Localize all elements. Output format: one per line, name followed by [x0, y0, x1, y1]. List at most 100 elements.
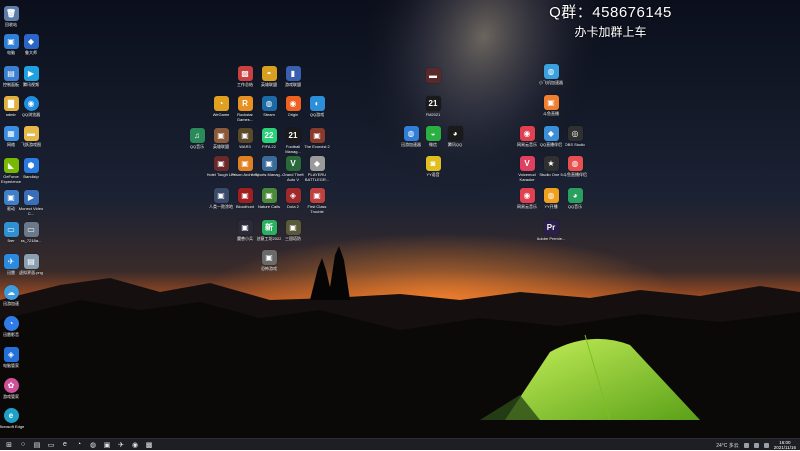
desktop-icon-app-r8[interactable]: ◕ QQ音乐 — [560, 188, 590, 209]
app-flag-icon: ▣ — [237, 220, 253, 235]
desktop-icon-app-blue[interactable]: ◆ 鲁大师 — [16, 34, 46, 55]
desktop-icon-exorcist[interactable]: ▣ The Exorcist 2 — [302, 128, 332, 149]
app-taskbar-6[interactable]: ▩ — [144, 440, 154, 450]
steam-icon: ◍ — [261, 96, 277, 111]
studio-one-icon: ★ — [543, 156, 559, 171]
desktop-icon-file-1[interactable]: ▭ ss_7218a... — [16, 222, 46, 243]
search-icon[interactable]: ○ — [18, 440, 28, 450]
desktop-icon-app-cabin[interactable]: ▣ 恐怖游戏 — [254, 250, 284, 271]
app-cabin-icon: ▣ — [261, 250, 277, 265]
desktop-icon-app-m2[interactable]: 21 FM2021 — [418, 96, 448, 117]
desktop-icon-label: QQ直播伴侣 — [539, 142, 563, 147]
app-r7-icon: ◍ — [543, 188, 559, 203]
bandizip-icon: ⬢ — [23, 158, 39, 173]
watermark-overlay: Q群：458676145 办卡加群上车 — [548, 1, 673, 40]
app-taskbar-4[interactable]: ✈ — [116, 440, 126, 450]
desktop-icon-qq[interactable]: ◕ 腾讯QQ — [440, 126, 470, 147]
desktop-icon-label: 游戏联盟 — [285, 82, 301, 87]
desktop-icon-label: Bandizip — [23, 174, 39, 179]
file-explorer-icon[interactable]: ▭ — [46, 440, 56, 450]
desktop-icon-label: QQ游戏 — [309, 112, 325, 117]
war3-icon: ▣ — [237, 128, 253, 143]
desktop-icon-label: Nature Calls — [257, 204, 280, 209]
desktop-icon-label: Microsoft Edge — [0, 424, 25, 429]
desktop-icon-edge[interactable]: e Microsoft Edge — [0, 408, 26, 429]
desktop-icon-app-img[interactable]: ▤ 虚拟界面.png — [16, 254, 46, 275]
app-img-icon: ▤ — [23, 254, 39, 269]
desktop-icon-app-shield[interactable]: ◈ 电脑管家 — [0, 347, 26, 368]
app-taskbar-1[interactable]: ◔ — [74, 440, 84, 450]
desktop-icon-app-r2[interactable]: ▣ 斗鱼直播 — [536, 95, 566, 116]
desktop-icon-app-c3[interactable]: ▮ 游戏联盟 — [278, 66, 308, 87]
network-icon[interactable] — [743, 442, 749, 448]
taskbar: ⊞ ○ ▤ ▭ e ◔ ◍ ▣ ✈ ◉ ▩ 24°C 多云 16:00 2021/11/16 — [0, 438, 800, 450]
desktop-icon-label: 斗鱼直播 — [543, 111, 559, 116]
obs-icon: ◎ — [567, 126, 583, 141]
app-m1-icon: ▬ — [425, 68, 441, 83]
fifa-icon: 22 — [261, 128, 277, 143]
app-taskbar-3[interactable]: ▣ — [102, 440, 112, 450]
desktop-icon-label: 英雄联盟 — [261, 82, 277, 87]
task-view-icon[interactable]: ▤ — [32, 440, 42, 450]
desktop-icon-label: 回收站 — [5, 22, 17, 27]
app-new-icon: 新 — [261, 220, 277, 235]
weather-text[interactable]: 24°C 多云 — [716, 442, 739, 449]
clock-date: 2021/11/16 — [773, 445, 796, 450]
desktop-icon-app-m4[interactable]: ◙ YY语音 — [418, 156, 448, 177]
nature-icon: ▣ — [261, 188, 277, 203]
system-tray: 24°C 多云 16:00 2021/11/16 — [716, 439, 796, 451]
app-m3-icon: ◍ — [403, 126, 419, 141]
desktop-icon-label: admin — [5, 112, 17, 117]
desktop-icon-app-m1[interactable]: ▬ — [418, 68, 448, 84]
start-icon[interactable]: ⊞ — [4, 440, 14, 450]
desktop-icon-label: Adobe Premie... — [536, 236, 566, 241]
desktop-icon-app-r5[interactable]: ◍ 斗鱼直播伴侣 — [560, 156, 590, 177]
app-shield-icon: ◈ — [3, 347, 19, 362]
app-r5-icon: ◍ — [567, 156, 583, 171]
football-icon: 21 — [285, 128, 301, 143]
edge-icon[interactable]: e — [60, 440, 70, 450]
desktop-icon-obs[interactable]: ◎ OBS Studio — [560, 126, 590, 147]
desktop-icon-first-class[interactable]: ▣ First Class Trouble — [302, 188, 332, 214]
desktop-icon-qq-game[interactable]: ◐ QQ游戏 — [302, 96, 332, 117]
clock[interactable]: 16:00 2021/11/16 — [774, 440, 796, 450]
desktop-icon-qq-browser[interactable]: ◉ QQ浏览器 — [16, 96, 46, 117]
desktop-icon-pubg[interactable]: ◆ PLAYERU BATTLEGR... — [302, 156, 332, 182]
desktop-icon-label: Dota 2 — [287, 204, 299, 209]
music-icon: ♫ — [189, 128, 205, 143]
volume-icon[interactable] — [753, 442, 759, 448]
desktop-icon-premiere[interactable]: Pr Adobe Premie... — [536, 220, 566, 241]
desktop-icon-bandizip[interactable]: ⬢ Bandizip — [16, 158, 46, 179]
desktop-icon-label: PLAYERU BATTLEGR... — [304, 172, 330, 182]
app-r1-icon: ◍ — [543, 64, 559, 79]
app-taskbar-5[interactable]: ◉ — [130, 440, 140, 450]
desktop-icon-folder[interactable]: ▬ 飞跃游戏图 — [16, 126, 46, 147]
wechat-icon: ◒ — [425, 126, 441, 141]
desktop-icon-label: QQ音乐 — [189, 144, 205, 149]
app-r3-icon: ◉ — [519, 126, 535, 141]
desktop-icon-monect[interactable]: ▶ Monect Video C... — [16, 190, 46, 216]
app-taskbar-2[interactable]: ◍ — [88, 440, 98, 450]
desktop-icon-app-play[interactable]: ▶ 腾讯视频 — [16, 66, 46, 87]
app-ox-icon: ▣ — [213, 188, 229, 203]
app-r6-icon: ◉ — [519, 188, 535, 203]
input-method-icon[interactable] — [763, 442, 769, 448]
desktop-icon-app-color[interactable]: ✿ 游戏管家 — [0, 378, 26, 399]
desktop-icon-app-cloud[interactable]: ☁ 迅游加速 — [0, 285, 26, 306]
overlay-subtitle: 办卡加群上车 — [574, 25, 647, 39]
desktop-icon-label: FM2021 — [425, 112, 441, 117]
desktop-icon-app-r1[interactable]: ◍ 小飞机加速器 — [536, 64, 566, 85]
first-class-icon: ▣ — [309, 188, 325, 203]
desktop-icon-label: 网易云音乐 — [517, 204, 537, 209]
pubg-icon: ◆ — [309, 156, 325, 171]
desktop-icon-recycle-bin[interactable]: 🗑 回收站 — [0, 6, 26, 27]
desktop-icon-app-tower[interactable]: ▣ 三国塔防 — [278, 220, 308, 241]
app-hero-icon: ▣ — [213, 128, 229, 143]
desktop-icon-label: WAR3 — [239, 144, 251, 149]
desktop-icon-app-chat[interactable]: ◔ 迅雷影音 — [0, 316, 26, 337]
monect-icon: ▶ — [23, 190, 39, 205]
desktop-icon-label: YY开播 — [544, 204, 558, 209]
app-tower-icon: ▣ — [285, 220, 301, 235]
folder-icon: ▬ — [23, 126, 39, 141]
desktop-icon-label: 腾讯视频 — [23, 82, 39, 87]
